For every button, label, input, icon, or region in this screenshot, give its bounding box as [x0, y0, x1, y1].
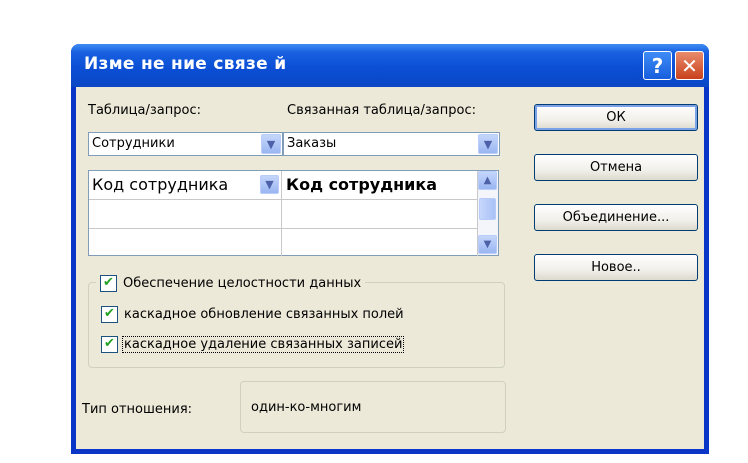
scroll-thumb[interactable]	[479, 198, 496, 220]
grid-cell-right[interactable]: Код сотрудника	[282, 171, 478, 200]
cascade-delete-checkbox[interactable]: ✔	[101, 335, 118, 353]
integrity-checkbox[interactable]: ✔	[100, 274, 117, 292]
chevron-down-icon[interactable]: ▼	[260, 175, 279, 194]
grid-scrollbar[interactable]: ▲ ▼	[478, 171, 498, 255]
chevron-down-icon[interactable]: ▼	[261, 134, 281, 154]
chevron-down-icon[interactable]: ▼	[478, 134, 498, 154]
close-button[interactable]: ✕	[675, 51, 704, 80]
create-new-button-label: Новое..	[591, 260, 641, 275]
scroll-up-icon[interactable]: ▲	[478, 171, 497, 190]
cancel-button-label: Отмена	[589, 160, 643, 175]
cancel-button[interactable]: Отмена	[534, 154, 698, 181]
scroll-down-icon[interactable]: ▼	[478, 235, 497, 254]
integrity-label: Обеспечение целостности данных	[123, 275, 362, 291]
help-button[interactable]: ?	[643, 51, 672, 80]
close-icon: ✕	[681, 53, 698, 78]
table-select-value: Сотрудники	[92, 136, 175, 151]
create-new-button[interactable]: Новое..	[534, 254, 698, 281]
grid-cell-text: Код сотрудника	[286, 175, 438, 194]
related-table-select-value: Заказы	[287, 136, 337, 151]
grid-cell-left[interactable]: Код сотрудника ▼	[89, 171, 282, 200]
cascade-delete-row[interactable]: ✔ каскадное удаление связанных записей	[101, 334, 405, 354]
relationship-type-value: один-ко-многим	[251, 400, 362, 415]
cascade-update-row[interactable]: ✔ каскадное обновление связанных полей	[101, 304, 404, 324]
grid-cell-right[interactable]	[282, 229, 478, 256]
relationship-type-box: один-ко-многим	[240, 381, 506, 433]
join-type-button-label: Объединение...	[562, 210, 670, 225]
integrity-group	[88, 282, 505, 368]
ok-button-label: ОК	[606, 110, 626, 125]
related-table-label-text: Связанная таблица/запрос:	[287, 103, 476, 118]
grid-cell-left[interactable]	[89, 229, 282, 256]
help-icon: ?	[651, 53, 664, 78]
related-table-label: Связанная таблица/запрос:	[287, 103, 476, 118]
related-table-select[interactable]: Заказы ▼	[283, 132, 500, 156]
table-label-text: Таблица/запрос:	[88, 103, 201, 118]
relationship-type-label: Тип отношения:	[82, 402, 192, 417]
grid-cell-right[interactable]	[282, 200, 478, 229]
fields-grid: Код сотрудника ▼ Код сотрудника	[88, 170, 499, 256]
integrity-checkbox-row[interactable]: ✔ Обеспечение целостности данных	[96, 273, 366, 293]
cascade-delete-label: каскадное удаление связанных записей	[122, 335, 405, 353]
cascade-update-label: каскадное обновление связанных полей	[124, 306, 404, 322]
table-select[interactable]: Сотрудники ▼	[88, 132, 283, 156]
grid-cell-text: Код сотрудника	[92, 175, 229, 194]
table-label: Таблица/запрос:	[88, 103, 201, 118]
grid-cell-left[interactable]	[89, 200, 282, 229]
cascade-update-checkbox[interactable]: ✔	[101, 305, 118, 323]
relationship-type-label-text: Тип отношения:	[82, 402, 193, 417]
ok-button[interactable]: ОК	[534, 104, 698, 131]
join-type-button[interactable]: Объединение...	[534, 204, 698, 231]
dialog-title: Изме не ние связе й	[84, 54, 287, 74]
